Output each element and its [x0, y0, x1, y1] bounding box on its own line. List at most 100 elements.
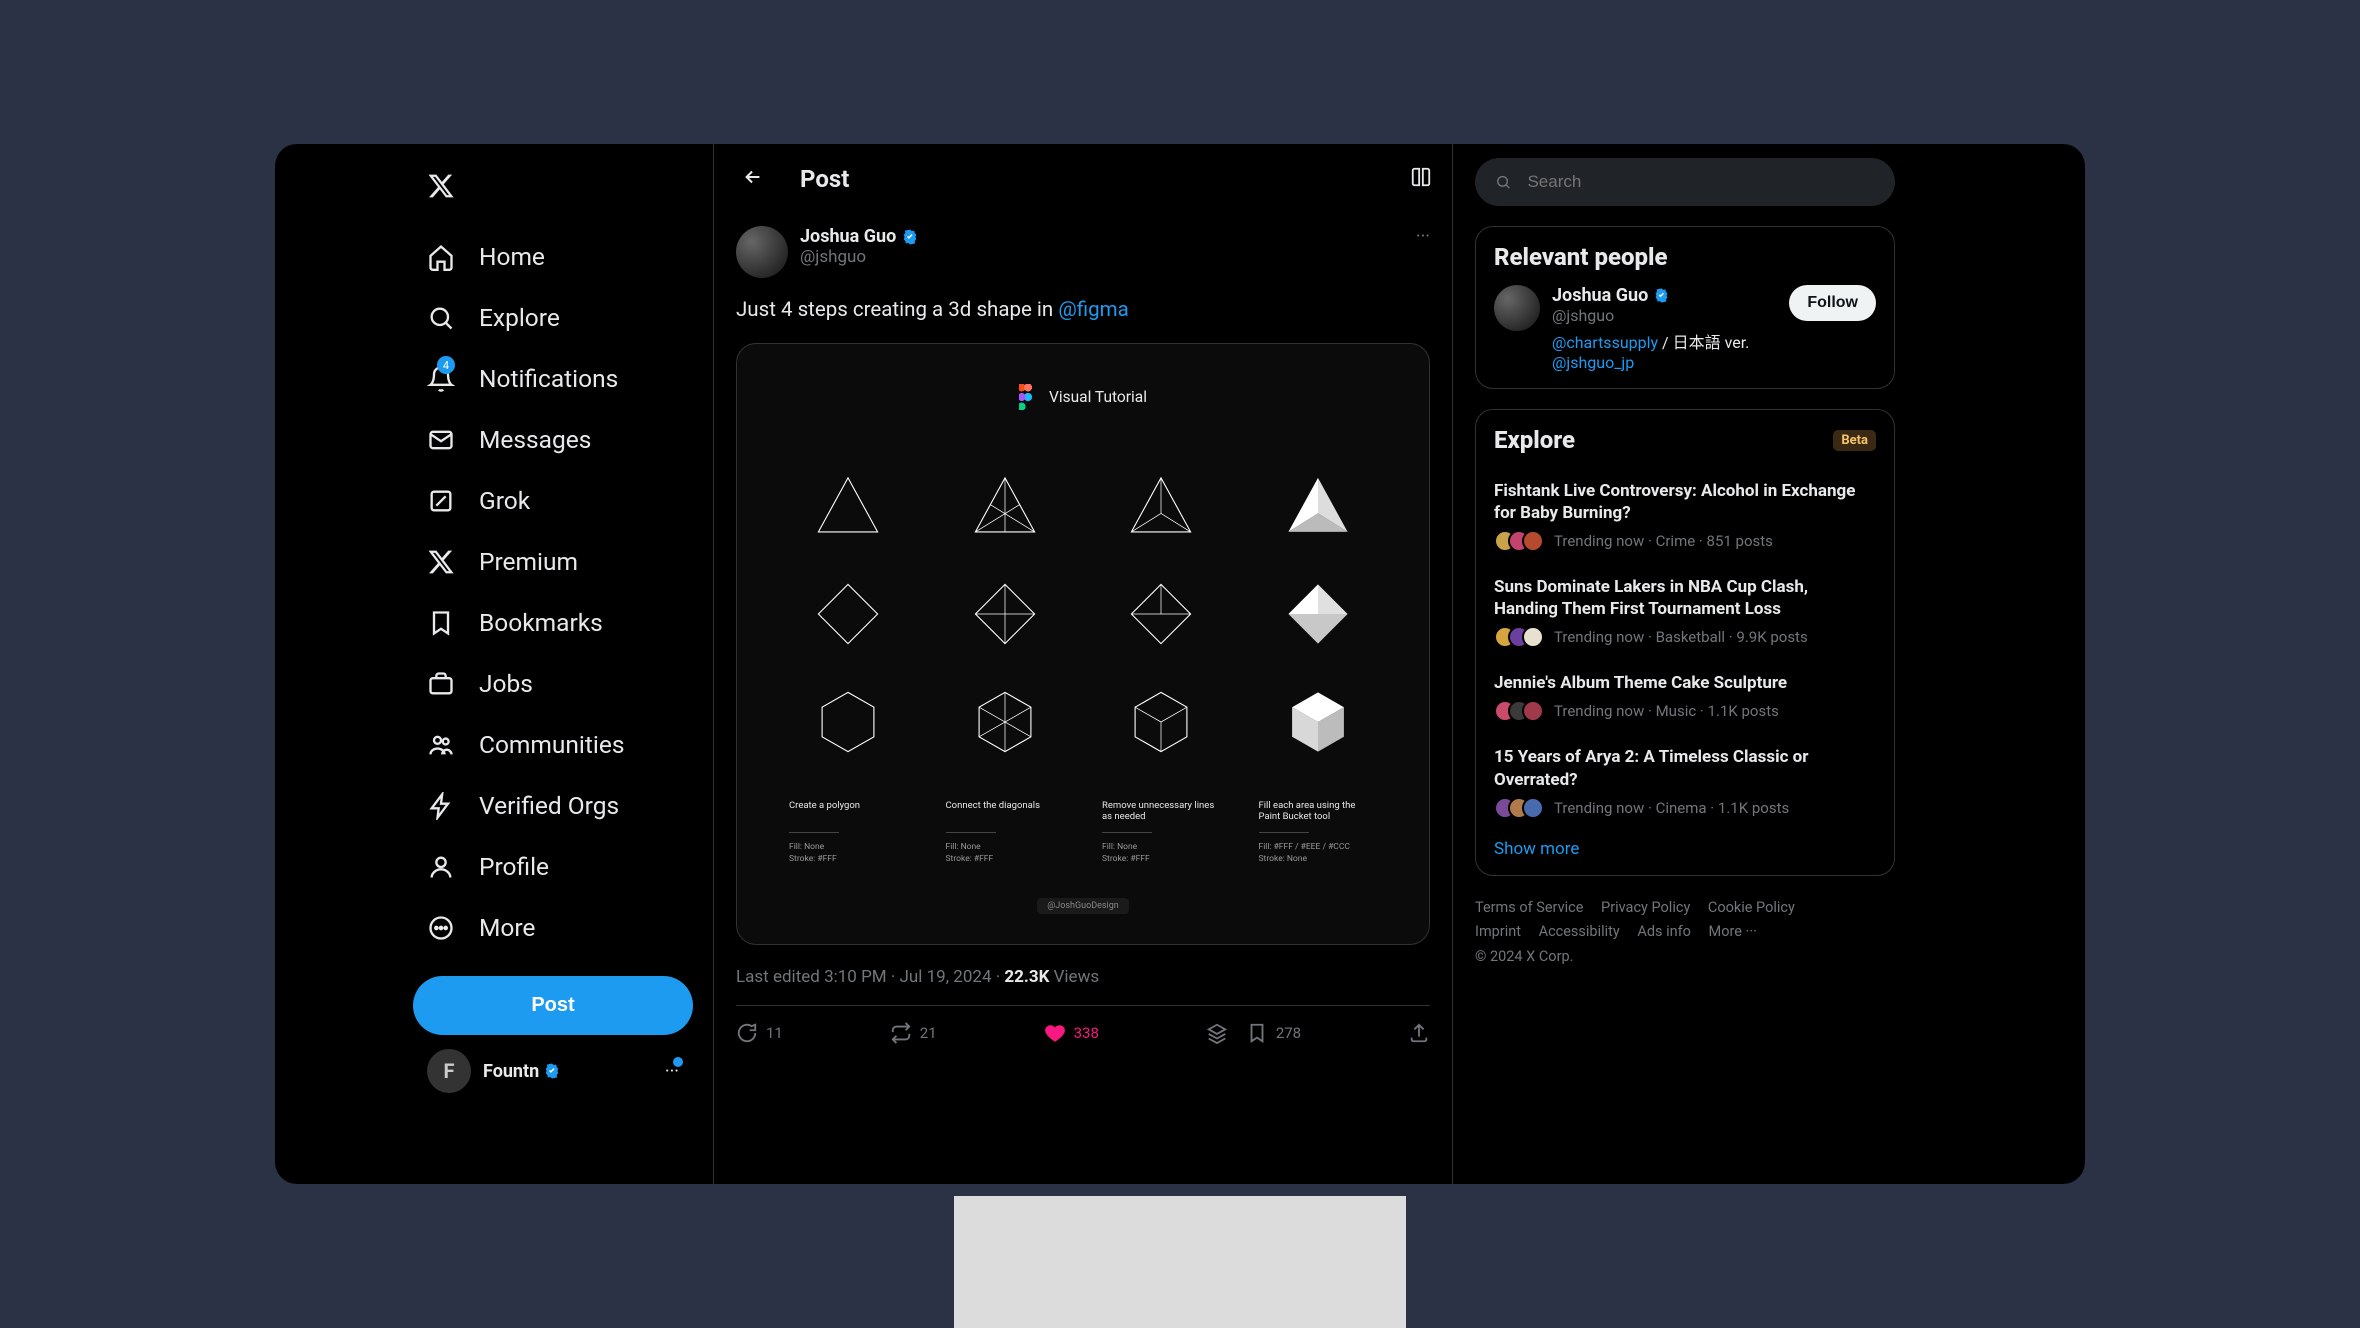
media-title: Visual Tutorial [1049, 388, 1147, 406]
nav-premium-label: Premium [479, 547, 578, 576]
post-button[interactable]: Post [413, 976, 693, 1035]
trend-avatars [1494, 797, 1544, 819]
person-name[interactable]: Joshua Guo [1552, 285, 1789, 306]
nav-profile[interactable]: Profile [413, 836, 713, 897]
author-name[interactable]: Joshua Guo [800, 226, 919, 247]
figma-logo-icon [1019, 384, 1037, 410]
footer-tos[interactable]: Terms of Service [1475, 899, 1583, 916]
trend-item[interactable]: Fishtank Live Controversy: Alcohol in Ex… [1494, 468, 1876, 564]
reply-button[interactable]: 11 [736, 1022, 783, 1044]
relevant-people-card: Relevant people Joshua Guo @jshguo @char… [1475, 226, 1895, 389]
nav-messages[interactable]: Messages [413, 409, 713, 470]
mention-link[interactable]: @figma [1058, 298, 1128, 322]
notification-badge: 4 [437, 356, 455, 374]
post-actions: 11 21 338 278 [736, 1006, 1430, 1044]
nav-communities[interactable]: Communities [413, 714, 713, 775]
more-icon: ··· [665, 1061, 679, 1082]
person-bio: @chartssupply / 日本語 ver. @jshguo_jp [1552, 329, 1789, 372]
trend-item[interactable]: 15 Years of Arya 2: A Timeless Classic o… [1494, 734, 1876, 830]
post-header: Post [714, 144, 1452, 214]
search-box[interactable] [1475, 158, 1895, 206]
shape-hexagon-outline [811, 685, 885, 763]
footer-accessibility[interactable]: Accessibility [1539, 923, 1620, 940]
repost-button[interactable]: 21 [890, 1022, 937, 1044]
account-name: Fountn [483, 1061, 561, 1082]
nav-explore[interactable]: Explore [413, 287, 713, 348]
nav-jobs[interactable]: Jobs [413, 653, 713, 714]
trend-item[interactable]: Jennie's Album Theme Cake Sculpture Tren… [1494, 660, 1876, 734]
nav-messages-label: Messages [479, 425, 591, 454]
search-input[interactable] [1527, 172, 1875, 192]
shape-diamond-cleaned [1124, 577, 1198, 655]
shape-diamond-diagonals [968, 577, 1042, 655]
trend-title: Suns Dominate Lakers in NBA Cup Clash, H… [1494, 576, 1876, 620]
shape-grid [789, 460, 1377, 772]
account-avatar: F [427, 1049, 471, 1093]
nav-notifications-label: Notifications [479, 364, 618, 393]
footer-more[interactable]: More ··· [1709, 923, 1757, 940]
shape-triangle-filled [1281, 469, 1355, 547]
account-switcher[interactable]: F Fountn ··· [413, 1035, 693, 1107]
shape-diamond-filled [1281, 577, 1355, 655]
relevant-people-title: Relevant people [1494, 243, 1876, 271]
nav-home[interactable]: Home [413, 226, 713, 287]
nav-bookmarks[interactable]: Bookmarks [413, 592, 713, 653]
step-descriptions: Create a polygon Fill: None Stroke: #FFF… [789, 800, 1377, 867]
footer-privacy[interactable]: Privacy Policy [1601, 899, 1690, 916]
back-button[interactable] [734, 158, 772, 200]
nav-premium[interactable]: Premium [413, 531, 713, 592]
footer-cookie[interactable]: Cookie Policy [1708, 899, 1795, 916]
nav-jobs-label: Jobs [479, 669, 533, 698]
trend-meta: Trending now · Music · 1.1K posts [1554, 702, 1779, 720]
nav-verified-orgs-label: Verified Orgs [479, 791, 619, 820]
trend-title: Fishtank Live Controversy: Alcohol in Ex… [1494, 480, 1876, 524]
share-button[interactable] [1408, 1022, 1430, 1044]
verified-icon [901, 228, 919, 246]
author-avatar[interactable] [736, 226, 788, 278]
footer-imprint[interactable]: Imprint [1475, 923, 1521, 940]
bio-link[interactable]: @chartssupply [1552, 333, 1658, 352]
repost-icon [890, 1022, 912, 1044]
x-logo[interactable] [413, 162, 713, 214]
person-handle[interactable]: @jshguo [1552, 306, 1789, 325]
relevant-person[interactable]: Joshua Guo @jshguo @chartssupply / 日本語 v… [1494, 285, 1876, 372]
like-button[interactable]: 338 [1044, 1022, 1099, 1044]
trend-avatars [1494, 530, 1544, 552]
nav-grok-label: Grok [479, 486, 530, 515]
verified-icon [543, 1062, 561, 1080]
analytics-button[interactable] [1206, 1022, 1228, 1044]
nav-verified-orgs[interactable]: Verified Orgs [413, 775, 713, 836]
app-window: Home Explore 4 Notifications Messages Gr… [275, 144, 2085, 1184]
post-media-card[interactable]: Visual Tutorial [736, 343, 1430, 946]
follow-button[interactable]: Follow [1789, 285, 1876, 321]
post-timestamp: Last edited 3:10 PM · Jul 19, 2024 · 22.… [736, 967, 1430, 987]
trend-meta: Trending now · Crime · 851 posts [1554, 532, 1773, 550]
bookmark-button[interactable]: 278 [1246, 1022, 1301, 1044]
trend-item[interactable]: Suns Dominate Lakers in NBA Cup Clash, H… [1494, 564, 1876, 660]
reader-mode-button[interactable] [1410, 166, 1432, 192]
person-avatar[interactable] [1494, 285, 1540, 331]
step-2: Connect the diagonals Fill: None Stroke:… [946, 800, 1065, 867]
nav-notifications[interactable]: 4 Notifications [413, 348, 713, 409]
footer-links: Terms of Service Privacy Policy Cookie P… [1475, 896, 1895, 970]
show-more-link[interactable]: Show more [1494, 831, 1876, 859]
trend-avatars [1494, 700, 1544, 722]
verified-icon [1653, 287, 1670, 304]
trend-meta: Trending now · Cinema · 1.1K posts [1554, 799, 1789, 817]
shape-triangle-diagonals [968, 469, 1042, 547]
trend-meta: Trending now · Basketball · 9.9K posts [1554, 628, 1808, 646]
right-sidebar: Relevant people Joshua Guo @jshguo @char… [1453, 144, 1923, 1184]
nav-more-label: More [479, 913, 535, 942]
bio-link[interactable]: @jshguo_jp [1552, 353, 1634, 372]
author-handle[interactable]: @jshguo [800, 247, 919, 267]
bookmark-icon [1246, 1022, 1268, 1044]
post-body: Just 4 steps creating a 3d shape in @fig… [736, 296, 1430, 325]
post-menu-button[interactable]: ··· [1416, 226, 1430, 247]
nav-grok[interactable]: Grok [413, 470, 713, 531]
share-icon [1408, 1022, 1430, 1044]
nav-more[interactable]: More [413, 897, 713, 958]
trend-title: Jennie's Album Theme Cake Sculpture [1494, 672, 1876, 694]
reply-icon [736, 1022, 758, 1044]
shape-triangle-cleaned [1124, 469, 1198, 547]
footer-ads[interactable]: Ads info [1637, 923, 1691, 940]
